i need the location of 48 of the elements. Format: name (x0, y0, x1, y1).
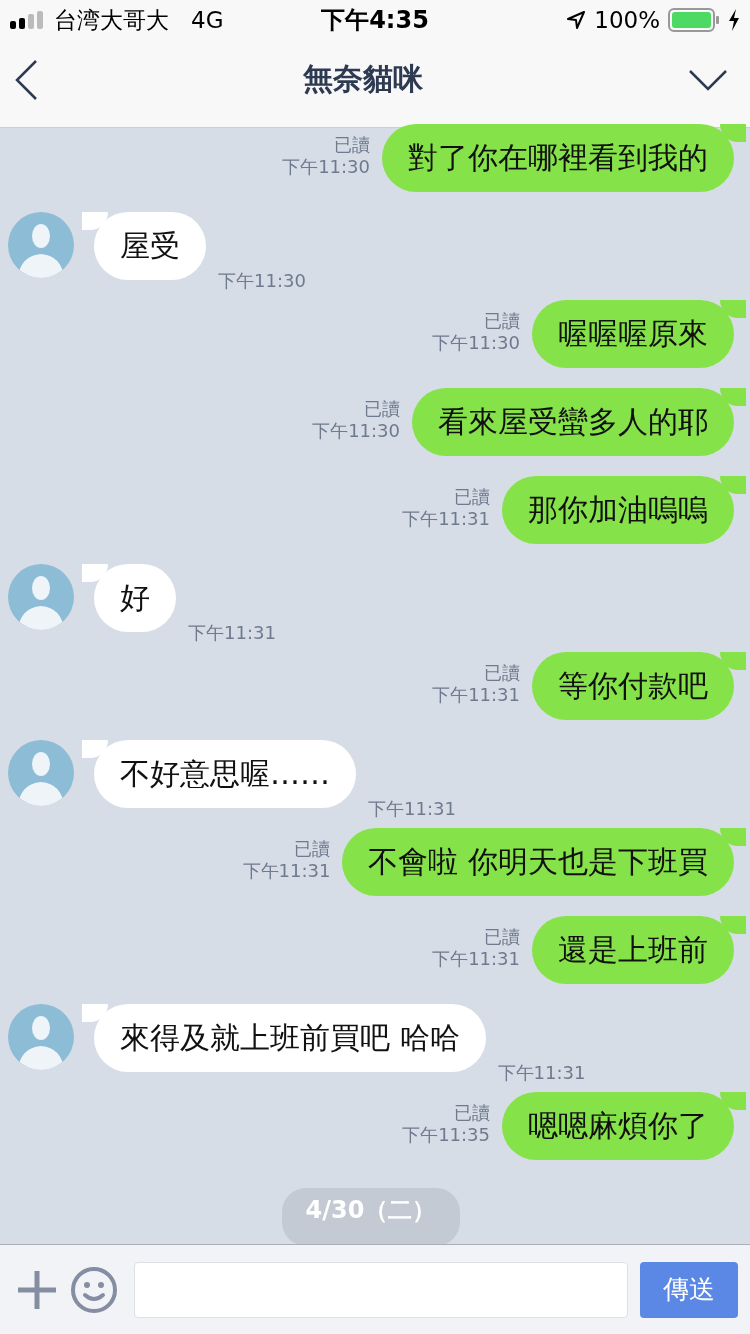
read-receipt: 已讀 (364, 398, 400, 420)
message-time: 下午11:35 (402, 1124, 490, 1146)
received-message: 來得及就上班前買吧 哈哈 (82, 1004, 486, 1072)
plus-icon[interactable] (16, 1268, 58, 1311)
message-time: 下午11:31 (368, 798, 456, 820)
sent-message: 不會啦 你明天也是下班買 (342, 828, 746, 896)
message-time: 下午11:31 (432, 684, 520, 706)
message-time: 下午11:31 (402, 508, 490, 530)
read-receipt: 已讀 (454, 486, 490, 508)
battery-percent: 100% (594, 7, 660, 33)
signal-icon (10, 11, 46, 29)
sent-message: 嗯嗯麻煩你了 (502, 1092, 746, 1160)
sent-message: 還是上班前 (532, 916, 746, 984)
sent-message: 對了你在哪裡看到我的 (382, 124, 746, 192)
message-time: 下午11:31 (242, 860, 331, 882)
read-receipt: 已讀 (334, 134, 370, 156)
message-time: 下午11:30 (432, 332, 520, 354)
read-receipt: 已讀 (294, 838, 331, 860)
message-input[interactable] (134, 1261, 628, 1318)
charging-bolt-icon (728, 9, 740, 31)
read-receipt: 已讀 (484, 310, 520, 332)
received-message: 屋受 (82, 212, 206, 280)
message-time: 下午11:31 (188, 622, 276, 644)
carrier-name: 台湾大哥大 (54, 5, 169, 35)
chevron-down-icon[interactable] (688, 68, 728, 91)
received-message: 不好意思喔…… (82, 740, 356, 808)
send-button[interactable]: 傳送 (640, 1261, 738, 1318)
received-message: 好 (82, 564, 176, 632)
message-time: 下午11:31 (497, 1062, 586, 1084)
clock: 下午4:35 (321, 5, 429, 36)
sent-message: 喔喔喔原來 (532, 300, 746, 368)
sent-message: 等你付款吧 (532, 652, 746, 720)
battery-icon (668, 8, 720, 32)
smiley-icon[interactable] (70, 1265, 118, 1314)
read-receipt: 已讀 (484, 926, 520, 948)
message-time: 下午11:30 (312, 420, 400, 442)
message-time: 下午11:30 (218, 270, 306, 292)
read-receipt: 已讀 (484, 662, 520, 684)
location-arrow-icon (566, 10, 587, 30)
network-type: 4G (191, 7, 224, 33)
chat-title: 無奈貓咪 (303, 60, 423, 98)
read-receipt: 已讀 (454, 1102, 490, 1124)
sent-message: 看來屋受蠻多人的耶 (412, 388, 746, 456)
sent-message: 那你加油嗚嗚 (502, 476, 746, 544)
date-divider: 4/30（二） (281, 1188, 461, 1244)
message-time: 下午11:31 (432, 948, 520, 970)
message-time: 下午11:30 (282, 156, 370, 178)
back-icon[interactable] (14, 58, 38, 101)
